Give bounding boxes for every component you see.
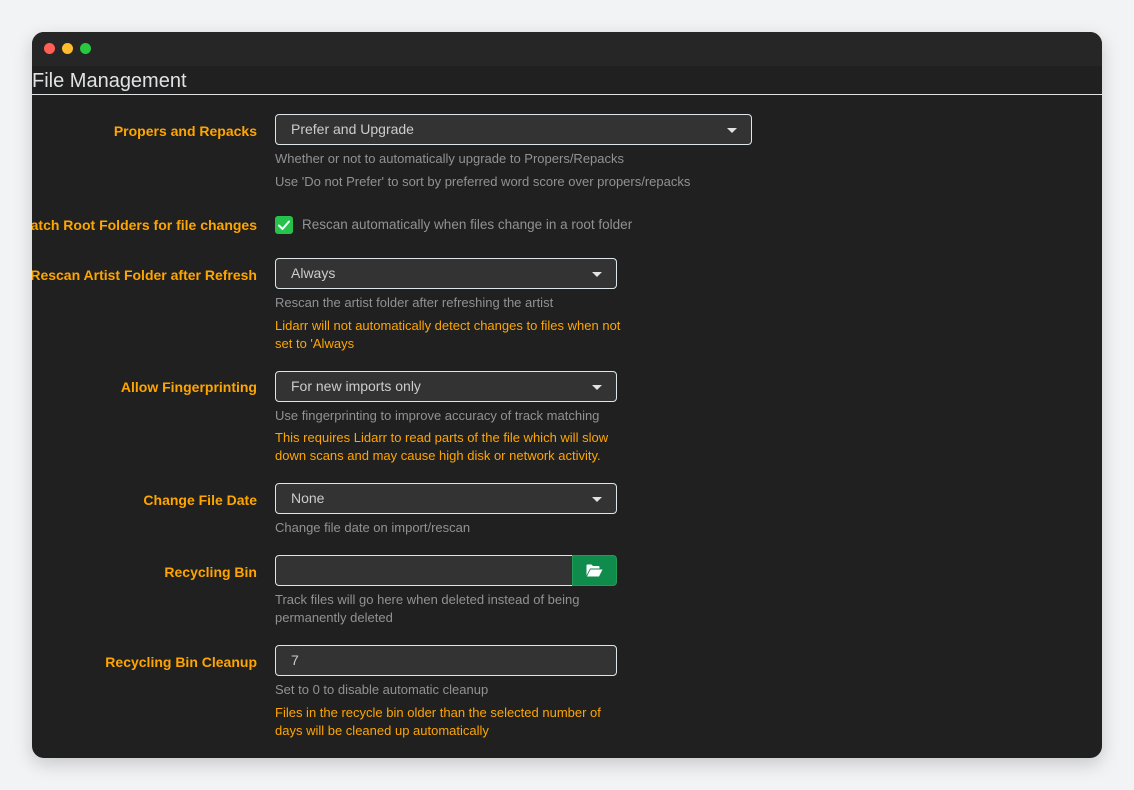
check-icon	[278, 220, 290, 230]
rescan-warning-2: set to 'Always	[275, 336, 355, 351]
file-date-help: Change file date on import/rescan	[275, 520, 471, 535]
fingerprinting-warning-2: down scans and may cause high disk or ne…	[275, 448, 601, 463]
recycling-cleanup-help: Set to 0 to disable automatic cleanup	[275, 682, 489, 697]
propers-help-1: Whether or not to automatically upgrade …	[275, 151, 625, 166]
recycling-bin-label: Recycling Bin	[164, 564, 257, 580]
fingerprinting-label: Allow Fingerprinting	[120, 379, 257, 395]
recycling-bin-help-2: permanently deleted	[275, 610, 393, 625]
watch-root-checkbox[interactable]	[275, 216, 293, 234]
caret-down-icon	[727, 128, 737, 133]
title-bar	[32, 32, 1102, 66]
fingerprinting-help: Use fingerprinting to improve accuracy o…	[275, 408, 600, 423]
fingerprinting-warning-1: This requires Lidarr to read parts of th…	[275, 430, 609, 445]
propers-select[interactable]: Prefer and Upgrade	[275, 114, 752, 145]
propers-help-2: Use 'Do not Prefer' to sort by preferred…	[275, 174, 691, 189]
propers-select-value: Prefer and Upgrade	[291, 121, 414, 137]
rescan-help: Rescan the artist folder after refreshin…	[275, 295, 554, 310]
caret-down-icon	[592, 272, 602, 277]
minimize-window-button[interactable]	[62, 43, 73, 54]
rescan-select[interactable]: Always	[275, 258, 617, 289]
fingerprinting-select-value: For new imports only	[291, 378, 421, 394]
file-date-select[interactable]: None	[275, 483, 617, 514]
rescan-label: Rescan Artist Folder after Refresh	[32, 267, 257, 283]
page-title: File Management	[32, 68, 1102, 95]
propers-label: Propers and Repacks	[113, 123, 257, 139]
caret-down-icon	[592, 497, 602, 502]
app-window: File Management Propers and Repacks Pref…	[32, 32, 1102, 758]
recycling-cleanup-input[interactable]: 7	[275, 645, 617, 676]
file-date-select-value: None	[291, 490, 325, 506]
recycling-cleanup-warning-1: Files in the recycle bin older than the …	[275, 705, 601, 720]
fingerprinting-select[interactable]: For new imports only	[275, 371, 617, 402]
close-window-button[interactable]	[44, 43, 55, 54]
recycling-bin-input[interactable]	[275, 555, 573, 586]
watch-root-text: Rescan automatically when files change i…	[302, 217, 633, 232]
rescan-select-value: Always	[291, 265, 336, 281]
caret-down-icon	[592, 385, 602, 390]
rescan-warning-1: Lidarr will not automatically detect cha…	[275, 318, 621, 333]
folder-open-icon	[586, 564, 603, 577]
recycling-bin-help-1: Track files will go here when deleted in…	[275, 592, 580, 607]
browse-folder-button[interactable]	[572, 555, 617, 586]
recycling-cleanup-warning-2: days will be cleaned up automatically	[275, 723, 489, 738]
maximize-window-button[interactable]	[80, 43, 91, 54]
file-date-label: Change File Date	[143, 492, 257, 508]
recycling-cleanup-label: Recycling Bin Cleanup	[105, 654, 257, 670]
watch-root-label: Watch Root Folders for file changes	[32, 217, 257, 233]
